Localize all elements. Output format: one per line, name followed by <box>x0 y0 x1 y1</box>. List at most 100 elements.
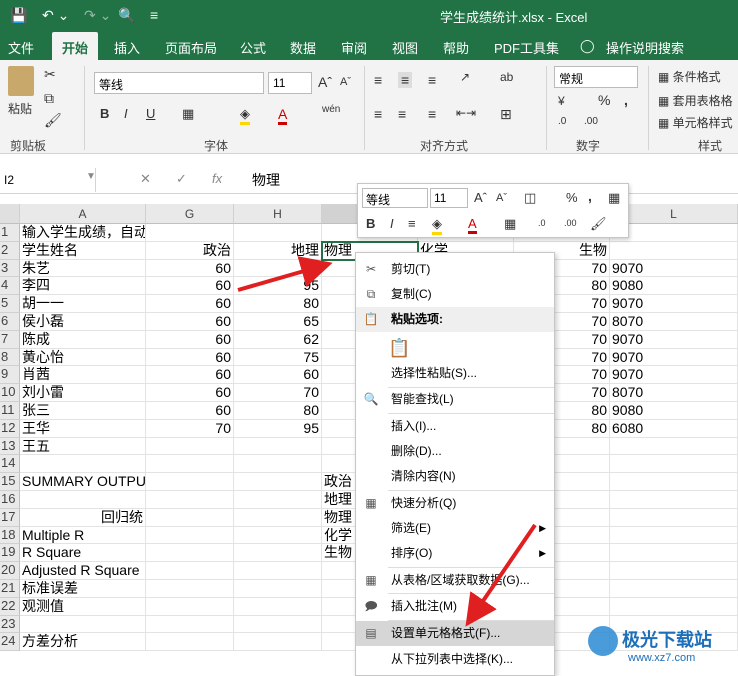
underline-button[interactable]: U <box>146 106 155 121</box>
tab-home[interactable]: 开始 <box>52 32 99 60</box>
cell[interactable]: 80 <box>234 295 322 313</box>
column-header[interactable]: H <box>234 204 322 224</box>
cell[interactable] <box>610 491 738 509</box>
row-header[interactable]: 20 <box>0 562 20 580</box>
cell[interactable] <box>234 491 322 509</box>
mini-font-select[interactable]: 等线 <box>362 188 428 208</box>
cell[interactable] <box>146 562 234 580</box>
cell[interactable]: 9080 <box>610 277 738 296</box>
cell[interactable]: 张三 <box>20 402 146 420</box>
cell[interactable] <box>20 615 146 634</box>
mini-italic-button[interactable]: I <box>390 216 394 231</box>
cell[interactable]: 75 <box>234 348 322 367</box>
indent-icon[interactable]: ⇤⇥ <box>456 106 476 120</box>
row-header[interactable]: 23 <box>0 615 20 634</box>
mini-align-icon[interactable]: ≡ <box>408 216 416 231</box>
cell[interactable]: 王华 <box>20 419 146 438</box>
cell[interactable]: 9070 <box>610 366 738 385</box>
percent-icon[interactable]: % <box>598 92 610 108</box>
cell[interactable] <box>146 437 234 456</box>
cell[interactable] <box>234 633 322 652</box>
mini-decrease-font-icon[interactable]: Aˇ <box>496 192 507 204</box>
cell[interactable]: 70 <box>146 419 234 438</box>
cell[interactable] <box>146 455 234 474</box>
mini-decrease-decimal-icon[interactable]: .00 <box>564 218 577 228</box>
cell[interactable]: 肖茜 <box>20 366 146 385</box>
menu-item-get-data[interactable]: ▦ 从表格/区域获取数据(G)... <box>356 568 554 593</box>
cell[interactable] <box>234 615 322 634</box>
cell[interactable] <box>20 455 146 474</box>
menu-item-pick-from-list[interactable]: 从下拉列表中选择(K)... <box>356 647 554 672</box>
menu-item-format-cells[interactable]: ▤ 设置单元格格式(F)... <box>356 621 554 646</box>
row-header[interactable]: 19 <box>0 544 20 563</box>
cell[interactable]: 地理 <box>234 241 322 260</box>
column-header[interactable]: A <box>20 204 146 224</box>
tell-me-search[interactable]: 操作说明搜索 <box>606 38 684 57</box>
cell[interactable]: 60 <box>146 277 234 296</box>
cell[interactable] <box>20 491 146 509</box>
cell[interactable] <box>610 473 738 491</box>
increase-font-icon[interactable]: Aˆ <box>318 74 332 90</box>
cell[interactable]: 黄心怡 <box>20 348 146 367</box>
bold-button[interactable]: B <box>100 106 109 121</box>
cell[interactable]: 政治 <box>146 241 234 260</box>
cell[interactable]: 8070 <box>610 313 738 331</box>
cell[interactable]: 65 <box>234 313 322 331</box>
row-header[interactable]: 10 <box>0 384 20 402</box>
cell[interactable]: 80 <box>234 402 322 420</box>
cell[interactable]: 胡一一 <box>20 295 146 313</box>
cancel-icon[interactable]: ✕ <box>140 171 151 187</box>
cell[interactable] <box>234 562 322 580</box>
cell[interactable]: 方差分析 <box>20 633 146 652</box>
fill-color-icon[interactable]: ◈ <box>240 106 250 125</box>
column-header[interactable]: L <box>610 204 738 224</box>
menu-item-insert[interactable]: 插入(I)... <box>356 414 554 439</box>
mini-format-painter-icon[interactable]: 🖌 <box>590 216 607 232</box>
cell[interactable]: 回归统 <box>20 508 146 527</box>
cell[interactable]: 60 <box>146 313 234 331</box>
tab-view[interactable]: 视图 <box>392 38 418 57</box>
row-header[interactable]: 5 <box>0 295 20 313</box>
cell[interactable]: 学生姓名 <box>20 241 146 260</box>
copy-icon[interactable]: ⧉ <box>44 90 54 107</box>
cell[interactable]: 9080 <box>610 402 738 420</box>
cell[interactable] <box>234 455 322 474</box>
mini-bold-button[interactable]: B <box>366 216 375 231</box>
mini-percent-icon[interactable]: % <box>566 190 578 205</box>
align-bottom-icon[interactable]: ≡ <box>428 72 436 88</box>
row-header[interactable]: 7 <box>0 330 20 349</box>
cell[interactable]: 9070 <box>610 295 738 313</box>
cell[interactable] <box>146 491 234 509</box>
cell[interactable]: Adjusted R Square <box>20 562 146 580</box>
cell[interactable]: 60 <box>146 330 234 349</box>
conditional-format-button[interactable]: ▦ 条件格式 <box>658 68 721 85</box>
row-header[interactable]: 16 <box>0 491 20 509</box>
print-preview-icon[interactable]: 🔍 <box>118 6 135 24</box>
cell[interactable] <box>146 633 234 652</box>
row-header[interactable]: 2 <box>0 241 20 260</box>
cell[interactable]: SUMMARY OUTPUT <box>20 473 146 491</box>
tab-review[interactable]: 审阅 <box>341 38 367 57</box>
cell[interactable] <box>610 562 738 580</box>
italic-button[interactable]: I <box>124 106 128 121</box>
row-header[interactable]: 22 <box>0 597 20 616</box>
menu-item-copy[interactable]: ⧉ 复制(C) <box>356 282 554 307</box>
row-header[interactable]: 15 <box>0 473 20 491</box>
cell[interactable] <box>234 437 322 456</box>
tab-page-layout[interactable]: 页面布局 <box>165 38 217 57</box>
accounting-icon[interactable]: ¥ <box>558 94 565 108</box>
cell[interactable] <box>146 544 234 563</box>
menu-item-sort[interactable]: 排序(O) ▶ <box>356 541 554 566</box>
cell[interactable]: 王五 <box>20 437 146 456</box>
fx-icon[interactable]: fx <box>212 171 222 186</box>
align-middle-icon[interactable]: ≡ <box>398 72 413 88</box>
cell[interactable]: 60 <box>146 366 234 385</box>
comma-icon[interactable]: , <box>624 92 628 108</box>
cell[interactable] <box>146 580 234 598</box>
row-header[interactable]: 9 <box>0 366 20 385</box>
save-icon[interactable]: 💾 <box>10 6 27 24</box>
cell[interactable]: 陈成 <box>20 330 146 349</box>
decrease-font-icon[interactable]: Aˇ <box>340 76 351 88</box>
cell[interactable] <box>610 455 738 474</box>
mini-font-color-icon[interactable]: A <box>468 216 477 234</box>
